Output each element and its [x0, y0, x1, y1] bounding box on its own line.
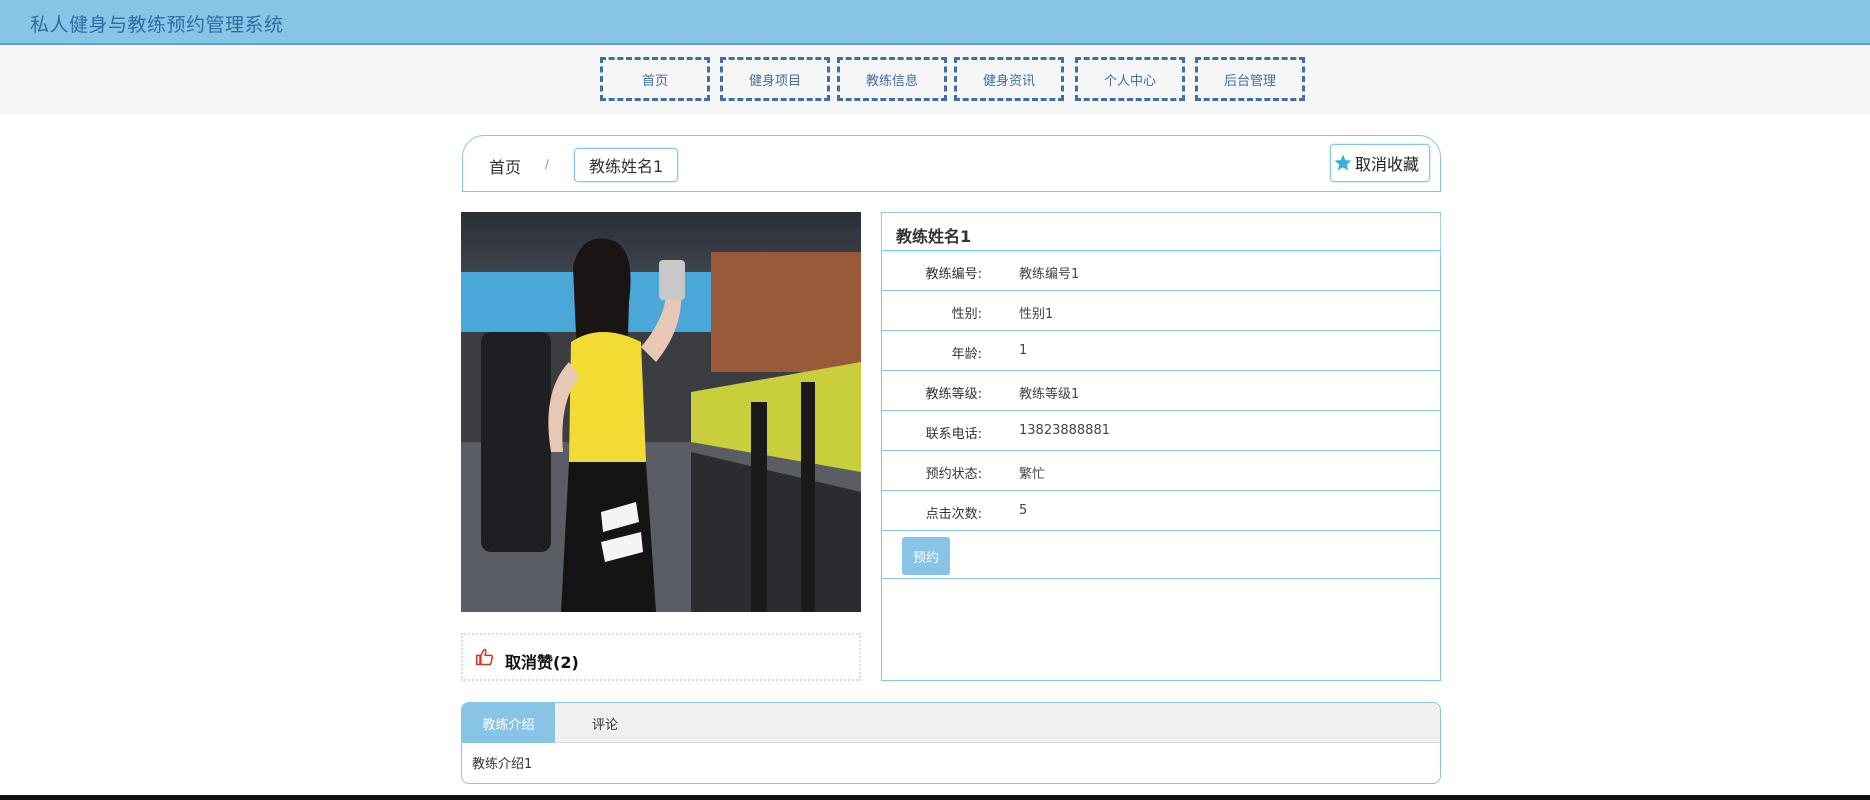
detail-value: 教练等级1 [1019, 387, 1080, 402]
detail-label: 教练等级: [925, 387, 982, 402]
detail-row: 预约状态: 繁忙 [882, 451, 1440, 491]
detail-label: 年龄: [951, 347, 982, 362]
detail-row: 联系电话: 13823888881 [882, 411, 1440, 451]
detail-row: 点击次数: 5 [882, 491, 1440, 531]
unlike-button[interactable]: 取消赞(2) [461, 633, 861, 681]
unfavorite-button[interactable]: 取消收藏 [1329, 144, 1430, 182]
main-nav: 首页 健身项目 教练信息 健身资讯 个人中心 后台管理 [0, 45, 1870, 115]
breadcrumb-home[interactable]: 首页 [489, 154, 521, 178]
tab-comments[interactable]: 评论 [555, 703, 655, 743]
info-tabs: 教练介绍 评论 教练介绍1 [461, 702, 1441, 784]
detail-label: 预约状态: [925, 467, 982, 482]
unfavorite-label: 取消收藏 [1354, 155, 1419, 174]
tab-content: 教练介绍1 [472, 757, 533, 772]
booking-row: 预约 [882, 531, 1440, 579]
detail-label: 联系电话: [925, 427, 982, 442]
nav-admin[interactable]: 后台管理 [1195, 57, 1305, 101]
book-button[interactable]: 预约 [902, 537, 950, 575]
app-title: 私人健身与教练预约管理系统 [30, 14, 284, 36]
detail-row: 年龄: 1 [882, 331, 1440, 371]
detail-label: 点击次数: [925, 507, 982, 522]
unlike-label: 取消赞(2) [505, 653, 579, 672]
tab-bar: 教练介绍 评论 [462, 703, 1440, 743]
detail-value: 教练编号1 [1019, 267, 1080, 282]
bottom-edge [0, 795, 1870, 800]
detail-value: 13823888881 [1019, 423, 1110, 438]
detail-value: 5 [1019, 503, 1028, 518]
detail-row: 性别: 性别1 [882, 291, 1440, 331]
coach-details-panel: 教练姓名1 教练编号: 教练编号1 性别: 性别1 年龄: 1 教练等级: 教练… [881, 212, 1441, 681]
detail-label: 教练编号: [925, 267, 982, 282]
coach-photo [461, 212, 861, 612]
star-icon [1334, 154, 1352, 171]
breadcrumb-separator: / [545, 157, 550, 171]
detail-value: 1 [1019, 343, 1028, 358]
detail-row: 教练等级: 教练等级1 [882, 371, 1440, 411]
tab-coach-intro[interactable]: 教练介绍 [462, 703, 555, 743]
detail-row: 教练编号: 教练编号1 [882, 251, 1440, 291]
nav-fitness-projects[interactable]: 健身项目 [720, 57, 830, 101]
coach-name-heading: 教练姓名1 [882, 213, 1440, 251]
breadcrumb: 首页 / 教练姓名1 取消收藏 [462, 135, 1441, 192]
nav-coach-info[interactable]: 教练信息 [837, 57, 947, 101]
breadcrumb-current: 教练姓名1 [574, 148, 679, 182]
nav-home[interactable]: 首页 [600, 57, 710, 101]
detail-value: 繁忙 [1019, 467, 1046, 482]
detail-label: 性别: [951, 307, 982, 322]
nav-personal-center[interactable]: 个人中心 [1075, 57, 1185, 101]
top-header: 私人健身与教练预约管理系统 [0, 0, 1870, 45]
nav-fitness-news[interactable]: 健身资讯 [954, 57, 1064, 101]
detail-value: 性别1 [1019, 307, 1054, 322]
thumbs-up-icon [475, 648, 494, 666]
